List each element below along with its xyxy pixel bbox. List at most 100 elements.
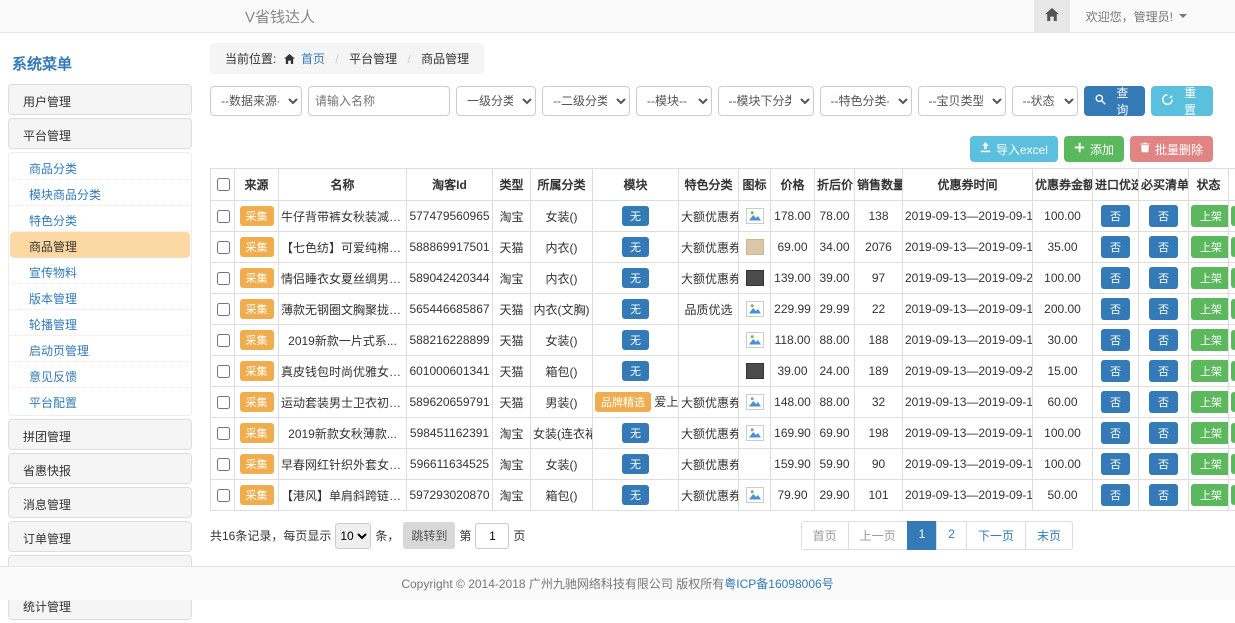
row-checkbox[interactable] — [217, 272, 230, 285]
edit-button[interactable] — [1231, 206, 1235, 226]
status-button[interactable]: 上架 — [1191, 453, 1229, 475]
status-button[interactable]: 上架 — [1191, 298, 1229, 320]
sidebar-group[interactable]: 拼团管理 — [8, 419, 192, 450]
row-checkbox[interactable] — [217, 365, 230, 378]
page-button[interactable]: 末页 — [1025, 521, 1073, 550]
sidebar-group[interactable]: 订单管理 — [8, 521, 192, 552]
sidebar-item[interactable]: 商品分类 — [10, 154, 190, 180]
add-button[interactable]: 添加 — [1064, 136, 1124, 162]
imported-toggle-button[interactable]: 否 — [1101, 236, 1130, 258]
imported-toggle-button[interactable]: 否 — [1101, 298, 1130, 320]
row-checkbox[interactable] — [217, 458, 230, 471]
edit-button[interactable] — [1231, 361, 1235, 381]
name-search-input[interactable] — [308, 86, 450, 116]
sidebar-item[interactable]: 宣传物料 — [10, 258, 190, 284]
taoke-id-cell: 589620659791 — [407, 387, 493, 418]
row-checkbox[interactable] — [217, 427, 230, 440]
must-buy-toggle-button[interactable]: 否 — [1149, 236, 1178, 258]
edit-button[interactable] — [1231, 268, 1235, 288]
sidebar-item[interactable]: 版本管理 — [10, 284, 190, 310]
select-all-checkbox[interactable] — [217, 178, 230, 191]
home-button[interactable] — [1034, 0, 1070, 33]
home-icon — [284, 53, 298, 67]
row-checkbox[interactable] — [217, 241, 230, 254]
status-button[interactable]: 上架 — [1191, 484, 1229, 506]
sidebar-item[interactable]: 意见反馈 — [10, 362, 190, 388]
imported-toggle-button[interactable]: 否 — [1101, 484, 1130, 506]
edit-button[interactable] — [1231, 423, 1235, 443]
status-button[interactable]: 上架 — [1191, 422, 1229, 444]
sidebar-group[interactable]: 消息管理 — [8, 487, 192, 518]
module-sub-category-select[interactable]: --模块下分类-- — [718, 86, 814, 116]
page-button[interactable]: 1 — [907, 521, 938, 550]
must-buy-toggle-button[interactable]: 否 — [1149, 484, 1178, 506]
sidebar-item[interactable]: 商品管理 — [10, 232, 190, 258]
search-button[interactable]: 查询 — [1084, 86, 1146, 116]
sidebar-item[interactable]: 轮播管理 — [10, 310, 190, 336]
edit-button[interactable] — [1231, 237, 1235, 257]
page-button[interactable]: 首页 — [801, 521, 849, 550]
status-button[interactable]: 上架 — [1191, 360, 1229, 382]
data-source-select[interactable]: --数据来源-- — [210, 86, 302, 116]
status-cell: 上架 — [1189, 325, 1229, 356]
imported-toggle-button[interactable]: 否 — [1101, 205, 1130, 227]
edit-button[interactable] — [1231, 299, 1235, 319]
reset-button[interactable]: 重置 — [1151, 86, 1213, 116]
imported-toggle-button[interactable]: 否 — [1101, 329, 1130, 351]
sidebar-item[interactable]: 模块商品分类 — [10, 180, 190, 206]
row-checkbox[interactable] — [217, 396, 230, 409]
sales-cell: 90 — [855, 449, 903, 480]
level2-category-select[interactable]: --二级分类-- — [542, 86, 630, 116]
sidebar-group[interactable]: 省惠快报 — [8, 453, 192, 484]
page-size-select[interactable]: 10 — [335, 523, 371, 549]
module-select[interactable]: --模块-- — [636, 86, 712, 116]
jump-button[interactable]: 跳转到 — [403, 522, 455, 549]
edit-button[interactable] — [1231, 330, 1235, 350]
page-button[interactable]: 下一页 — [966, 521, 1026, 550]
status-select[interactable]: --状态-- — [1012, 86, 1078, 116]
edit-button[interactable] — [1231, 392, 1235, 412]
user-menu[interactable]: 欢迎您，管理员! — [1070, 0, 1235, 33]
import-excel-button[interactable]: 导入excel — [970, 136, 1058, 162]
status-button[interactable]: 上架 — [1191, 329, 1229, 351]
page-button[interactable]: 2 — [936, 521, 967, 550]
feature-category-select[interactable]: --特色分类-- — [820, 86, 912, 116]
row-checkbox[interactable] — [217, 210, 230, 223]
row-checkbox[interactable] — [217, 489, 230, 502]
status-button[interactable]: 上架 — [1191, 391, 1229, 413]
imported-toggle-button[interactable]: 否 — [1101, 360, 1130, 382]
must-buy-cell: 否 — [1139, 201, 1189, 232]
must-buy-cell: 否 — [1139, 263, 1189, 294]
jump-page-input[interactable] — [475, 523, 509, 549]
breadcrumb-home-link[interactable]: 首页 — [301, 52, 325, 66]
batch-delete-button[interactable]: 批量删除 — [1130, 136, 1213, 162]
icp-link[interactable]: 粤ICP备16098006号 — [724, 575, 833, 592]
sidebar-group[interactable]: 用户管理 — [8, 84, 192, 115]
must-buy-toggle-button[interactable]: 否 — [1149, 329, 1178, 351]
imported-toggle-button[interactable]: 否 — [1101, 267, 1130, 289]
sidebar-group[interactable]: 平台管理 — [8, 118, 192, 149]
status-button[interactable]: 上架 — [1191, 236, 1229, 258]
imported-toggle-button[interactable]: 否 — [1101, 422, 1130, 444]
must-buy-toggle-button[interactable]: 否 — [1149, 391, 1178, 413]
imported-toggle-button[interactable]: 否 — [1101, 391, 1130, 413]
must-buy-toggle-button[interactable]: 否 — [1149, 205, 1178, 227]
page-button[interactable]: 上一页 — [848, 521, 908, 550]
must-buy-toggle-button[interactable]: 否 — [1149, 453, 1178, 475]
imported-toggle-button[interactable]: 否 — [1101, 453, 1130, 475]
level1-category-select[interactable]: 一级分类 — [456, 86, 536, 116]
sidebar-item[interactable]: 特色分类 — [10, 206, 190, 232]
sidebar-item[interactable]: 平台配置 — [10, 388, 190, 414]
edit-button[interactable] — [1231, 454, 1235, 474]
item-type-select[interactable]: --宝贝类型-- — [918, 86, 1006, 116]
row-checkbox[interactable] — [217, 303, 230, 316]
row-checkbox[interactable] — [217, 334, 230, 347]
sidebar-item[interactable]: 启动页管理 — [10, 336, 190, 362]
must-buy-toggle-button[interactable]: 否 — [1149, 267, 1178, 289]
must-buy-toggle-button[interactable]: 否 — [1149, 298, 1178, 320]
status-button[interactable]: 上架 — [1191, 205, 1229, 227]
must-buy-toggle-button[interactable]: 否 — [1149, 422, 1178, 444]
status-button[interactable]: 上架 — [1191, 267, 1229, 289]
edit-button[interactable] — [1231, 485, 1235, 505]
must-buy-toggle-button[interactable]: 否 — [1149, 360, 1178, 382]
